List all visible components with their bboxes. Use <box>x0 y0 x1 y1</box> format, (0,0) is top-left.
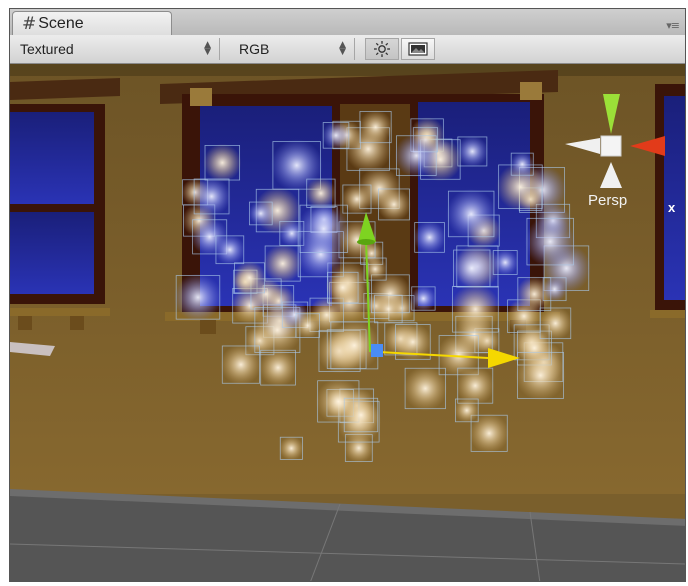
gizmo-x-label: x <box>668 200 676 215</box>
render-mode-dropdown[interactable]: RGB ▲ ▼ <box>231 38 355 60</box>
hash-grid-icon: # <box>22 13 37 34</box>
scene-render <box>10 64 685 581</box>
particle-glow <box>321 121 351 150</box>
scene-lighting-toggle[interactable] <box>365 38 399 60</box>
particle-glow <box>515 350 566 401</box>
tab-scene[interactable]: # Scene <box>12 11 172 35</box>
scene-overlay-toggle[interactable] <box>401 38 435 60</box>
move-z-handle[interactable] <box>371 344 383 357</box>
particle-glow <box>450 284 501 335</box>
projection-label[interactable]: Persp <box>588 192 627 209</box>
particle-glow <box>373 293 404 325</box>
particle-glow <box>214 234 246 266</box>
particle-glow <box>446 188 497 240</box>
particle-glow <box>524 215 576 268</box>
particle-glow <box>203 143 242 182</box>
dropdown-arrows-icon: ▲ ▼ <box>204 40 211 57</box>
particle-glow <box>294 312 321 339</box>
render-mode-value: RGB <box>239 41 270 57</box>
particle-glow <box>358 109 393 145</box>
particle-glow <box>454 397 480 423</box>
sun-icon <box>374 41 390 57</box>
particle-glow <box>376 187 412 222</box>
draw-mode-value: Textured <box>20 41 74 57</box>
particle-glow <box>174 273 222 322</box>
scene-toolbar: Textured ▲ ▼ RGB ▲ ▼ <box>10 35 685 64</box>
particle-glow <box>510 152 535 177</box>
particle-glow <box>413 221 446 254</box>
particle-glow <box>341 183 373 215</box>
image-icon <box>408 42 428 56</box>
pane-menu-icon[interactable]: ▾≡ <box>666 19 680 32</box>
particle-glow <box>279 436 304 461</box>
dropdown-arrows-icon: ▲ ▼ <box>339 40 346 57</box>
particle-glow <box>410 285 437 312</box>
particle-glow <box>542 276 568 302</box>
particle-glow <box>451 248 492 289</box>
gizmo-center-cube[interactable] <box>600 135 622 157</box>
particle-glow <box>492 249 519 276</box>
particle-glow <box>325 270 360 305</box>
particle-glow <box>248 200 274 226</box>
particle-glow <box>232 261 267 295</box>
particle-glow <box>538 306 573 341</box>
particle-glow <box>297 202 350 255</box>
draw-mode-dropdown[interactable]: Textured ▲ ▼ <box>12 38 220 60</box>
particle-glow <box>394 133 439 178</box>
particle-glow <box>342 396 380 434</box>
scene-viewport[interactable]: Persp x <box>10 64 685 581</box>
particle-glow <box>403 366 448 411</box>
tab-bar: # Scene ▾≡ <box>10 9 685 36</box>
scene-window: # Scene ▾≡ Textured ▲ ▼ RGB ▲ ▼ Persp x <box>9 8 686 582</box>
particle-glow <box>192 177 231 216</box>
left-window <box>10 78 120 356</box>
tab-scene-label: Scene <box>38 14 84 32</box>
particle-glow <box>220 344 262 386</box>
